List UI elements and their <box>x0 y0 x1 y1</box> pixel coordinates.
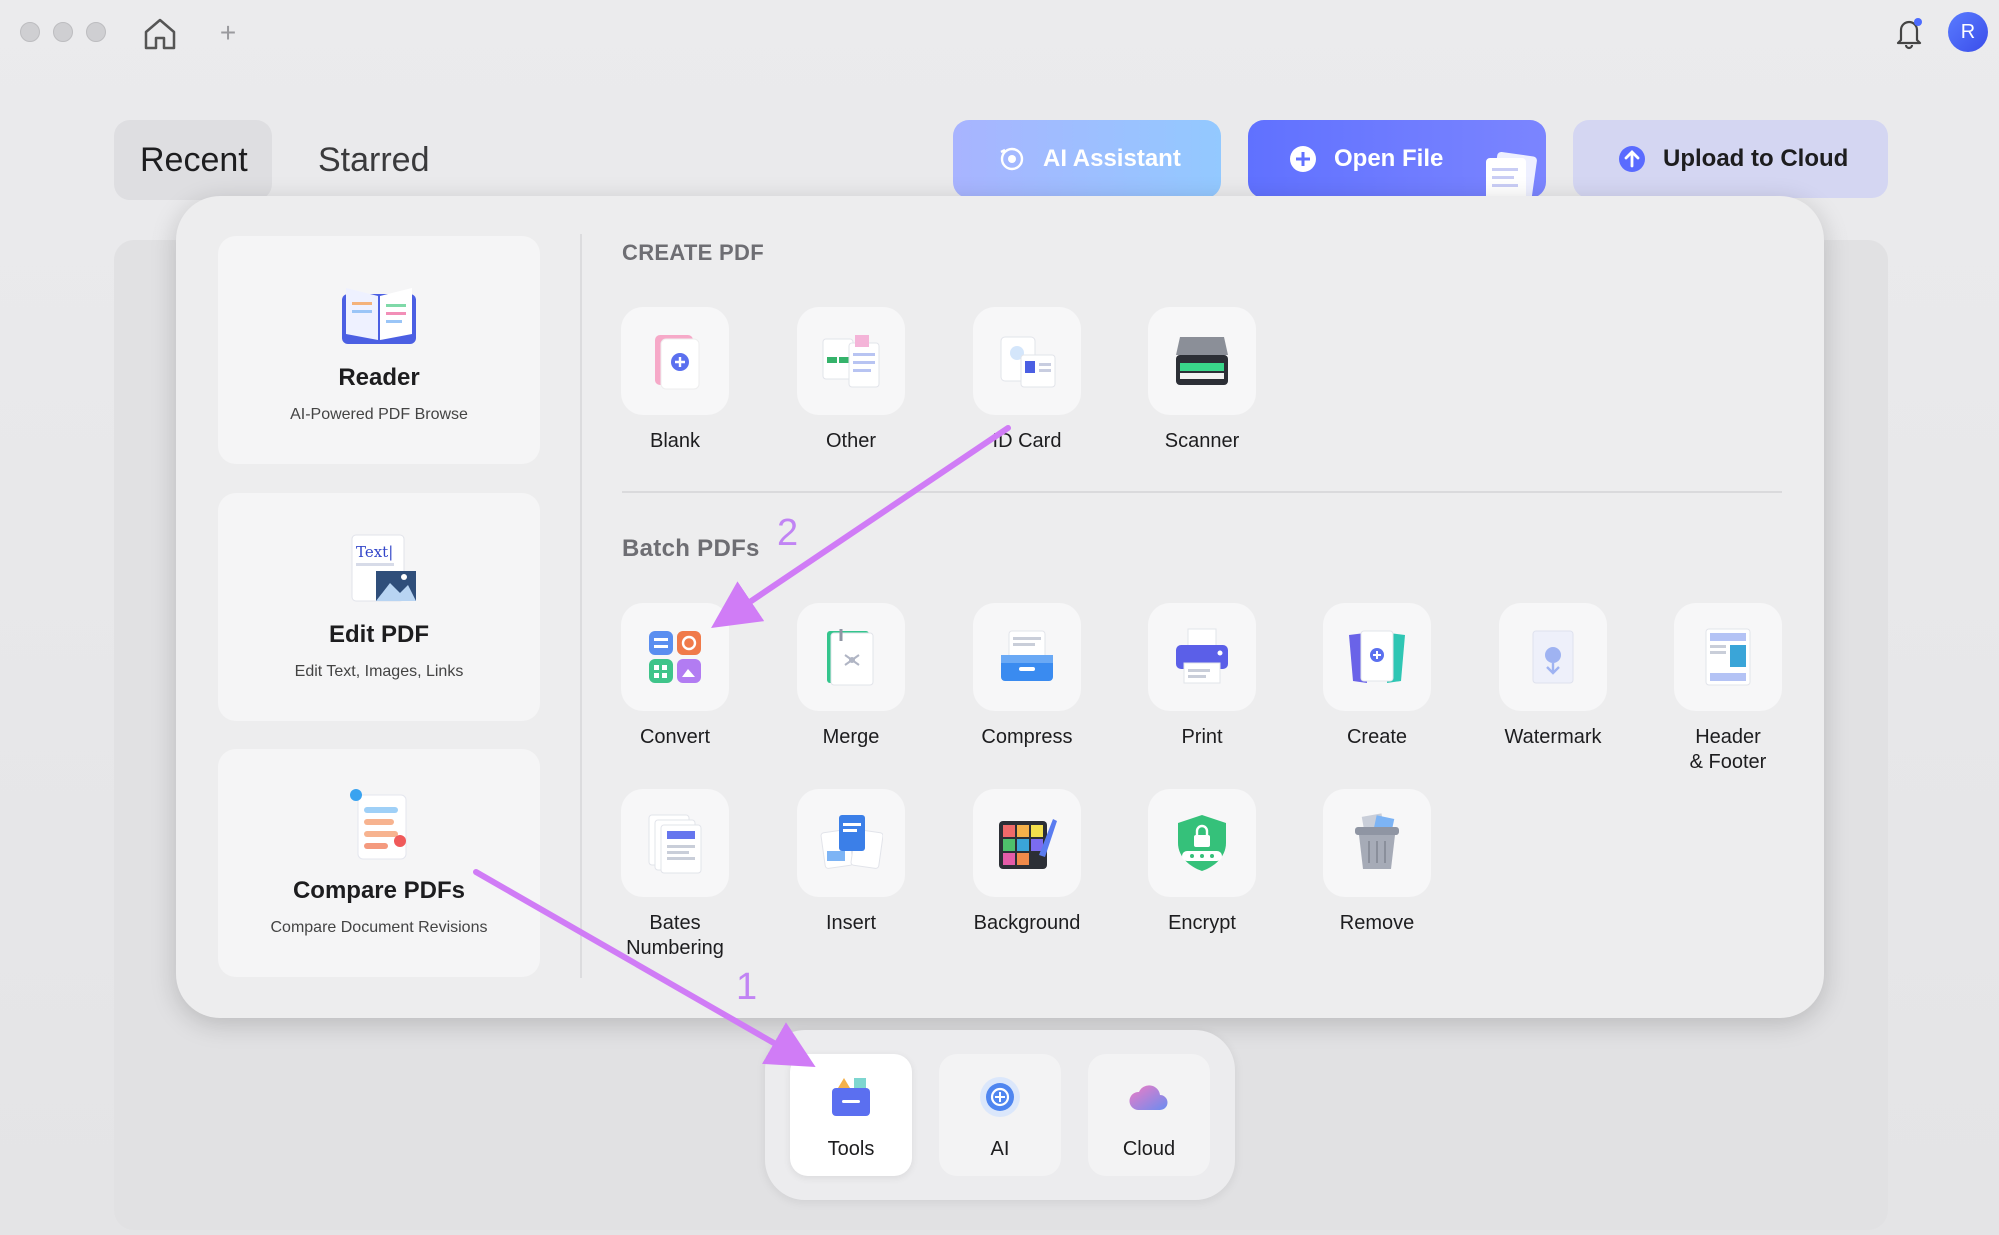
dock-ai[interactable]: AI <box>939 1054 1061 1176</box>
documents-decoration-icon <box>1486 151 1537 198</box>
tool-bates-numbering-label: Bates Numbering <box>626 912 724 959</box>
tool-compress[interactable]: Compress <box>939 603 1115 750</box>
compare-icon <box>350 789 407 860</box>
ai-assistant-button[interactable]: AI Assistant <box>953 120 1221 198</box>
compare-pdfs-title: Compare PDFs <box>292 877 466 904</box>
edit-pdf-card[interactable]: Text| Edit PDF Edit Text, Images, Links <box>218 493 540 721</box>
trash-icon <box>1355 813 1399 869</box>
edit-pdf-icon: Text| <box>351 534 416 602</box>
new-tab-plus-icon[interactable]: + <box>216 18 240 48</box>
tool-watermark-label: Watermark <box>1504 726 1602 748</box>
tool-encrypt[interactable]: Encrypt <box>1114 789 1290 936</box>
other-docs-icon <box>822 335 880 388</box>
create-pdf-heading: CREATE PDF <box>622 240 764 265</box>
insert-icon <box>820 815 883 869</box>
window-close-button[interactable] <box>20 22 40 42</box>
compare-pdfs-card[interactable]: Compare PDFs Compare Document Revisions <box>218 749 540 977</box>
tool-blank-label: Blank <box>649 430 701 452</box>
home-icon[interactable] <box>140 14 180 52</box>
upload-icon <box>1619 146 1645 172</box>
title-bar: + R <box>0 0 1999 66</box>
tool-watermark[interactable]: Watermark <box>1465 603 1641 750</box>
annotation-step-2: 2 <box>777 512 799 554</box>
tool-insert-label: Insert <box>825 912 877 934</box>
printer-icon <box>1176 628 1228 684</box>
app-window: + R Recent Starred AI Assistant Open Fil… <box>0 0 1999 1235</box>
tool-id-card[interactable]: ID Card <box>939 307 1115 454</box>
tool-header-footer-label: Header & Footer <box>1689 726 1767 773</box>
panel-divider-horizontal <box>622 491 1782 493</box>
background-icon <box>999 819 1057 869</box>
tool-background[interactable]: Background <box>939 789 1115 936</box>
tool-compress-label: Compress <box>981 726 1073 748</box>
convert-icon <box>649 631 701 683</box>
ai-icon <box>980 1077 1020 1117</box>
reader-subtitle: AI-Powered PDF Browse <box>290 406 468 423</box>
edit-pdf-illustration-text: Text| <box>356 543 393 561</box>
id-card-icon <box>1000 336 1056 388</box>
tool-merge-label: Merge <box>822 726 880 748</box>
header-footer-icon <box>1705 628 1751 686</box>
edit-pdf-title: Edit PDF <box>329 621 429 648</box>
window-minimize-button[interactable] <box>53 22 73 42</box>
compare-pdfs-subtitle: Compare Document Revisions <box>270 919 488 936</box>
encrypt-icon <box>1178 815 1226 871</box>
scanner-icon <box>1176 337 1228 385</box>
open-file-button[interactable]: Open File <box>1248 120 1546 198</box>
create-icon <box>1349 630 1405 683</box>
tool-scanner-label: Scanner <box>1164 430 1240 452</box>
tool-convert[interactable]: Convert <box>587 603 763 750</box>
tool-id-card-label: ID Card <box>992 430 1062 452</box>
reader-card[interactable]: Reader AI-Powered PDF Browse <box>218 236 540 464</box>
tool-bates-numbering[interactable]: Bates Numbering <box>587 789 763 961</box>
tool-print[interactable]: Print <box>1114 603 1290 750</box>
dock-tools-label: Tools <box>827 1138 875 1160</box>
merge-icon <box>827 629 874 686</box>
blank-page-icon <box>655 335 700 390</box>
dock-tools[interactable]: Tools <box>790 1054 912 1176</box>
tool-print-label: Print <box>1181 726 1223 748</box>
tool-convert-label: Convert <box>639 726 711 748</box>
upload-to-cloud-label: Upload to Cloud <box>1663 145 1849 172</box>
plus-circle-icon <box>1290 146 1316 172</box>
tool-remove-label: Remove <box>1339 912 1415 934</box>
tool-header-footer[interactable]: Header & Footer <box>1640 603 1816 775</box>
watermark-icon <box>1532 630 1574 684</box>
tool-other[interactable]: Other <box>763 307 939 454</box>
tools-icon <box>832 1078 870 1116</box>
tab-starred[interactable]: Starred <box>292 120 462 200</box>
tool-scanner[interactable]: Scanner <box>1114 307 1290 454</box>
tool-create[interactable]: Create <box>1289 603 1465 750</box>
cloud-icon <box>1129 1085 1168 1110</box>
dock-cloud[interactable]: Cloud <box>1088 1054 1210 1176</box>
panel-divider-vertical <box>580 234 582 978</box>
tool-background-label: Background <box>973 912 1081 934</box>
bates-numbering-icon <box>648 814 702 874</box>
reader-title: Reader <box>338 364 420 391</box>
open-file-label: Open File <box>1334 145 1444 172</box>
tab-recent[interactable]: Recent <box>114 120 272 200</box>
tool-blank[interactable]: Blank <box>587 307 763 454</box>
tool-insert[interactable]: Insert <box>763 789 939 936</box>
annotation-step-1: 1 <box>736 966 758 1008</box>
batch-pdfs-heading: Batch PDFs <box>622 535 760 562</box>
tool-other-label: Other <box>825 430 877 452</box>
tool-create-label: Create <box>1346 726 1408 748</box>
ai-assistant-label: AI Assistant <box>1043 145 1181 172</box>
dock-ai-label: AI <box>990 1138 1010 1160</box>
ai-assistant-icon <box>1000 147 1024 171</box>
window-zoom-button[interactable] <box>86 22 106 42</box>
reader-icon <box>342 288 416 344</box>
tool-encrypt-label: Encrypt <box>1168 912 1236 934</box>
tool-merge[interactable]: Merge <box>763 603 939 750</box>
edit-pdf-subtitle: Edit Text, Images, Links <box>294 663 464 680</box>
tool-remove[interactable]: Remove <box>1289 789 1465 936</box>
bell-icon[interactable] <box>1892 14 1926 50</box>
dock-cloud-label: Cloud <box>1122 1138 1176 1160</box>
avatar[interactable]: R <box>1948 12 1988 52</box>
compress-icon <box>1001 630 1053 681</box>
upload-to-cloud-button[interactable]: Upload to Cloud <box>1573 120 1888 198</box>
